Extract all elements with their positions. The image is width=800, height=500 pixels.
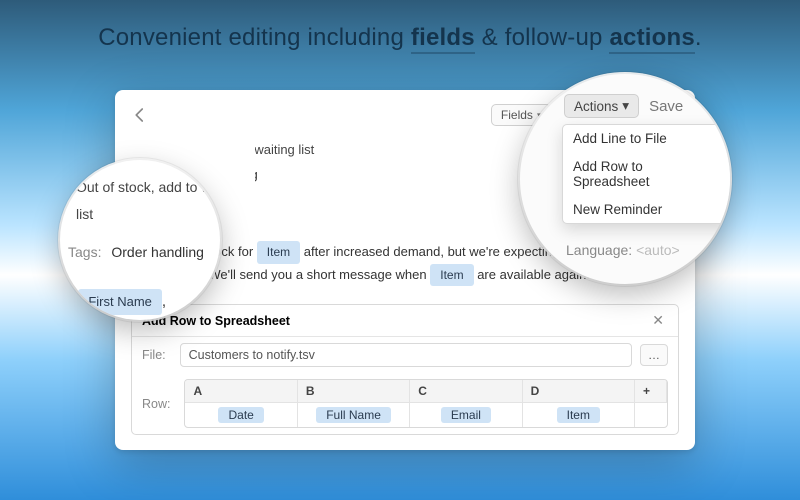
field-token-email[interactable]: Email xyxy=(441,407,491,423)
actions-dropdown-label: Actions xyxy=(574,99,618,114)
file-path-input[interactable]: Customers to notify.tsv xyxy=(180,343,632,367)
mag-subject: Out of stock, add to waiting list xyxy=(60,174,220,227)
add-column-button[interactable]: + xyxy=(635,380,667,403)
language-value: <auto> xyxy=(636,242,680,258)
file-label: File: xyxy=(142,348,166,362)
mag-tags-value: Order handling xyxy=(111,244,204,260)
field-token-full-name[interactable]: Full Name xyxy=(316,407,391,423)
mag-tags-label: Tags: xyxy=(68,244,101,260)
field-token-item[interactable]: Item xyxy=(557,407,600,423)
close-icon[interactable]: ✕ xyxy=(648,312,668,329)
file-browse-button[interactable]: … xyxy=(640,344,668,366)
menu-item-add-row[interactable]: Add Row to Spreadsheet xyxy=(563,152,730,195)
marketing-headline: Convenient editing including fields & fo… xyxy=(0,0,800,52)
col-header: A xyxy=(185,380,297,403)
col-header: B xyxy=(298,380,410,403)
language-label: Language: xyxy=(566,242,632,258)
magnifier-actions: Actions ▾ Save Add Line to File Add Row … xyxy=(520,74,730,284)
headline-post: . xyxy=(695,24,702,51)
body-l2-post: . We'll send you a short message when xyxy=(201,267,430,282)
back-chevron-icon[interactable] xyxy=(131,106,149,124)
magnifier-fields: Out of stock, add to waiting list Tags: … xyxy=(60,160,220,320)
field-token-first-name: First Name xyxy=(78,289,162,316)
menu-item-new-reminder[interactable]: New Reminder xyxy=(563,195,730,223)
field-token-item[interactable]: Item xyxy=(430,264,473,286)
mag-greet-pre: Hi xyxy=(60,293,78,310)
save-button[interactable]: Save xyxy=(649,98,683,115)
actions-dropdown-button[interactable]: Actions ▾ xyxy=(564,94,639,118)
caret-down-icon: ▾ xyxy=(622,98,629,114)
headline-mid: & follow-up xyxy=(475,24,610,51)
actions-menu: Add Line to File Add Row to Spreadsheet … xyxy=(562,124,730,224)
fields-dropdown-label: Fields xyxy=(501,108,533,122)
headline-bold-actions: actions xyxy=(609,24,694,54)
menu-item-add-line[interactable]: Add Line to File xyxy=(563,125,730,152)
field-token-item[interactable]: Item xyxy=(257,241,300,263)
col-header: D xyxy=(523,380,635,403)
headline-bold-fields: fields xyxy=(411,24,475,54)
empty-cell xyxy=(635,403,667,427)
mag-greet-post: , xyxy=(162,293,166,310)
col-header: C xyxy=(410,380,522,403)
row-label: Row: xyxy=(142,397,170,411)
field-token-date[interactable]: Date xyxy=(218,407,263,423)
row-columns-table: A B C D + Date Full Name Email Item xyxy=(184,379,668,428)
headline-pre: Convenient editing including xyxy=(98,24,411,51)
action-config-box: Add Row to Spreadsheet ✕ File: Customers… xyxy=(131,304,679,435)
